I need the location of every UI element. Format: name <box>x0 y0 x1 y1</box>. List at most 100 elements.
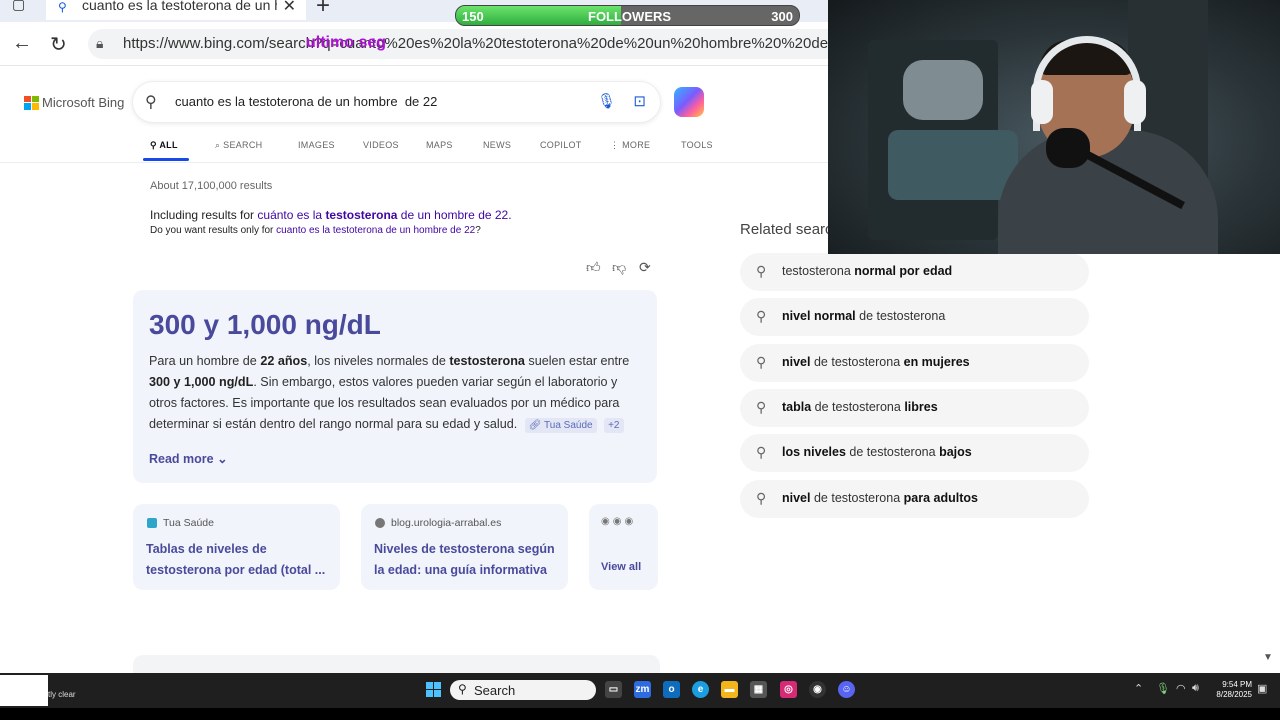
thumbs-up-icon[interactable]: 👍︎ <box>586 259 601 276</box>
headset-earcup-right <box>1124 80 1146 124</box>
source-site: Tua Saúde <box>163 517 214 529</box>
webcam-background-pillow <box>903 60 983 120</box>
chevron-up-icon[interactable]: ⌃ <box>1134 682 1143 695</box>
related-search-item[interactable]: ⚲ nivel de testosterona en mujeres <box>740 344 1089 382</box>
bing-logo-text: Microsoft Bing <box>42 95 125 110</box>
scope-images[interactable]: IMAGES <box>298 140 335 150</box>
time: 9:54 PM <box>1222 680 1252 689</box>
url-text[interactable]: https://www.bing.com/search?q=cuanto%20e… <box>123 35 833 52</box>
weather-text: tly clear <box>48 690 76 699</box>
followers-goal-bar: 150 FOLLOWERS 300 <box>455 5 800 26</box>
webcam-background-bed <box>888 130 1018 200</box>
thumbs-down-icon[interactable]: 👎︎ <box>612 259 626 276</box>
scope-news[interactable]: NEWS <box>483 140 511 150</box>
volume-icon[interactable]: 🔊︎ <box>1192 682 1199 695</box>
tab-sidebar-icon[interactable]: ▢ <box>12 0 30 14</box>
source-title[interactable]: Niveles de testosterona según la edad: u… <box>374 539 559 581</box>
view-all-card[interactable]: ◉◉◉ View all <box>589 504 658 590</box>
screen: ▢ ⚲ cuanto es la testoterona de un hombr… <box>0 0 1280 720</box>
scope-copilot[interactable]: COPILOT <box>540 140 582 150</box>
notification-icon[interactable]: ▣ <box>1257 682 1267 695</box>
copilot-icon[interactable] <box>674 87 704 117</box>
back-arrow-icon[interactable]: ← <box>12 32 32 55</box>
source-chip[interactable]: 🔗︎ Tua Saúde <box>524 418 597 433</box>
share-icon[interactable]: ⟳ <box>639 259 651 276</box>
related-search-item[interactable]: ⚲ testosterona normal por edad <box>740 253 1089 291</box>
related-search-item[interactable]: ⚲ tabla de testosterona libres <box>740 389 1089 427</box>
microphone-icon[interactable]: 🎙︎ <box>1156 682 1170 695</box>
source-title[interactable]: Tablas de niveles de testosterona por ed… <box>146 539 331 581</box>
scope-more[interactable]: ⋮ MORE <box>610 140 650 151</box>
source-site: blog.urologia-arrabal.es <box>391 517 502 529</box>
related-search-text: testosterona normal por edad <box>782 264 953 278</box>
outlook-icon[interactable]: o <box>663 681 680 698</box>
search-icon[interactable]: ⚲ <box>145 92 157 112</box>
source-card-1[interactable]: Tua Saúde Tablas de niveles de testoster… <box>133 504 340 590</box>
date: 8/28/2025 <box>1216 690 1252 699</box>
scroll-down-icon[interactable]: ▼ <box>1263 652 1273 663</box>
windows-start-icon[interactable] <box>426 682 441 697</box>
followers-goal: 300 <box>771 9 793 24</box>
scope-maps[interactable]: MAPS <box>426 140 453 150</box>
related-search-item[interactable]: ⚲ nivel normal de testosterona <box>740 298 1089 336</box>
new-tab-icon[interactable]: + <box>316 0 330 20</box>
stream-overlay-text: ultimo seg <box>306 34 387 51</box>
taskbar-search[interactable]: ⚲ Search <box>450 680 596 700</box>
browser-tab[interactable]: ⚲ cuanto es la testoterona de un hombre … <box>46 0 306 20</box>
edge-icon[interactable]: e <box>692 681 709 698</box>
globe-icon <box>375 518 385 528</box>
spell-correction: Including results for cuánto es la testo… <box>150 208 512 222</box>
headset-earcup-left <box>1031 80 1053 124</box>
weather-widget[interactable] <box>0 675 48 706</box>
answer-text: Para un hombre de 22 años, los niveles n… <box>149 354 630 433</box>
related-search-text: tabla de testosterona libres <box>782 400 938 414</box>
search-icon: ⚲ <box>756 490 767 506</box>
source-card-2[interactable]: blog.urologia-arrabal.es Niveles de test… <box>361 504 568 590</box>
corrected-query-link[interactable]: cuánto es la testosterona de un hombre d… <box>257 208 511 222</box>
view-all-link[interactable]: View all <box>601 561 641 573</box>
bing-logo[interactable]: Microsoft Bing <box>24 95 124 110</box>
address-bar[interactable]: 🔒︎ https://www.bing.com/search?q=cuanto%… <box>88 29 848 59</box>
search-icon: ⚲ <box>756 354 767 370</box>
microphone-icon[interactable]: 🎙︎ <box>597 92 616 110</box>
answer-title: 300 y 1,000 ng/dL <box>149 309 381 340</box>
task-view-icon[interactable]: ▭ <box>605 681 622 698</box>
search-input[interactable]: cuanto es la testoterona de un hombre de… <box>175 94 437 109</box>
original-query-suggestion: Do you want results only for cuanto es l… <box>150 225 481 236</box>
search-icon: ⚲ <box>458 682 467 696</box>
scope-all[interactable]: ⚲ ALL <box>150 140 178 151</box>
refresh-icon[interactable]: ↻ <box>50 32 67 57</box>
file-explorer-icon[interactable]: ▬ <box>721 681 738 698</box>
scope-videos[interactable]: VIDEOS <box>363 140 399 150</box>
related-search-item[interactable]: ⚲ los niveles de testosterona bajos <box>740 434 1089 472</box>
discord-icon[interactable]: ☺ <box>838 681 855 698</box>
zoom-icon[interactable]: zm <box>634 681 651 698</box>
clock[interactable]: 9:54 PM 8/28/2025 <box>1212 680 1252 700</box>
store-icon[interactable]: ▦ <box>750 681 767 698</box>
followers-start: 150 <box>462 9 484 24</box>
next-result-card <box>133 655 660 675</box>
close-icon[interactable]: ✕ <box>283 0 296 16</box>
related-search-item[interactable]: ⚲ nivel de testosterona para adultos <box>740 480 1089 518</box>
search-icon: ⚲ <box>756 444 767 460</box>
related-search-text: nivel normal de testosterona <box>782 309 946 323</box>
chrome-icon[interactable]: ◉ <box>809 681 826 698</box>
scope-search[interactable]: ⌕ SEARCH <box>215 140 262 151</box>
original-query-link[interactable]: cuanto es la testoterona de un hombre de… <box>276 225 475 236</box>
site-favicon-icon <box>147 518 157 528</box>
answer-card: 300 y 1,000 ng/dL Para un hombre de 22 a… <box>133 290 657 483</box>
taskbar-bottom-edge <box>0 708 1280 720</box>
taskbar-search-label: Search <box>474 683 516 698</box>
visual-search-icon[interactable]: ⊡ <box>633 92 646 110</box>
header-divider <box>0 162 830 163</box>
wifi-icon[interactable]: ◠ <box>1176 682 1186 695</box>
read-more-button[interactable]: Read more ⌄ <box>149 451 228 466</box>
active-scope-indicator <box>143 158 189 161</box>
related-search-text: los niveles de testosterona bajos <box>782 445 972 459</box>
scope-tools[interactable]: TOOLS <box>681 140 713 150</box>
instagram-icon[interactable]: ◎ <box>780 681 797 698</box>
followers-label: FOLLOWERS <box>588 9 672 24</box>
search-box[interactable]: ⚲ cuanto es la testoterona de un hombre … <box>133 82 660 122</box>
site-info-icon[interactable]: 🔒︎ <box>96 35 103 52</box>
more-sources-chip[interactable]: +2 <box>604 418 624 433</box>
